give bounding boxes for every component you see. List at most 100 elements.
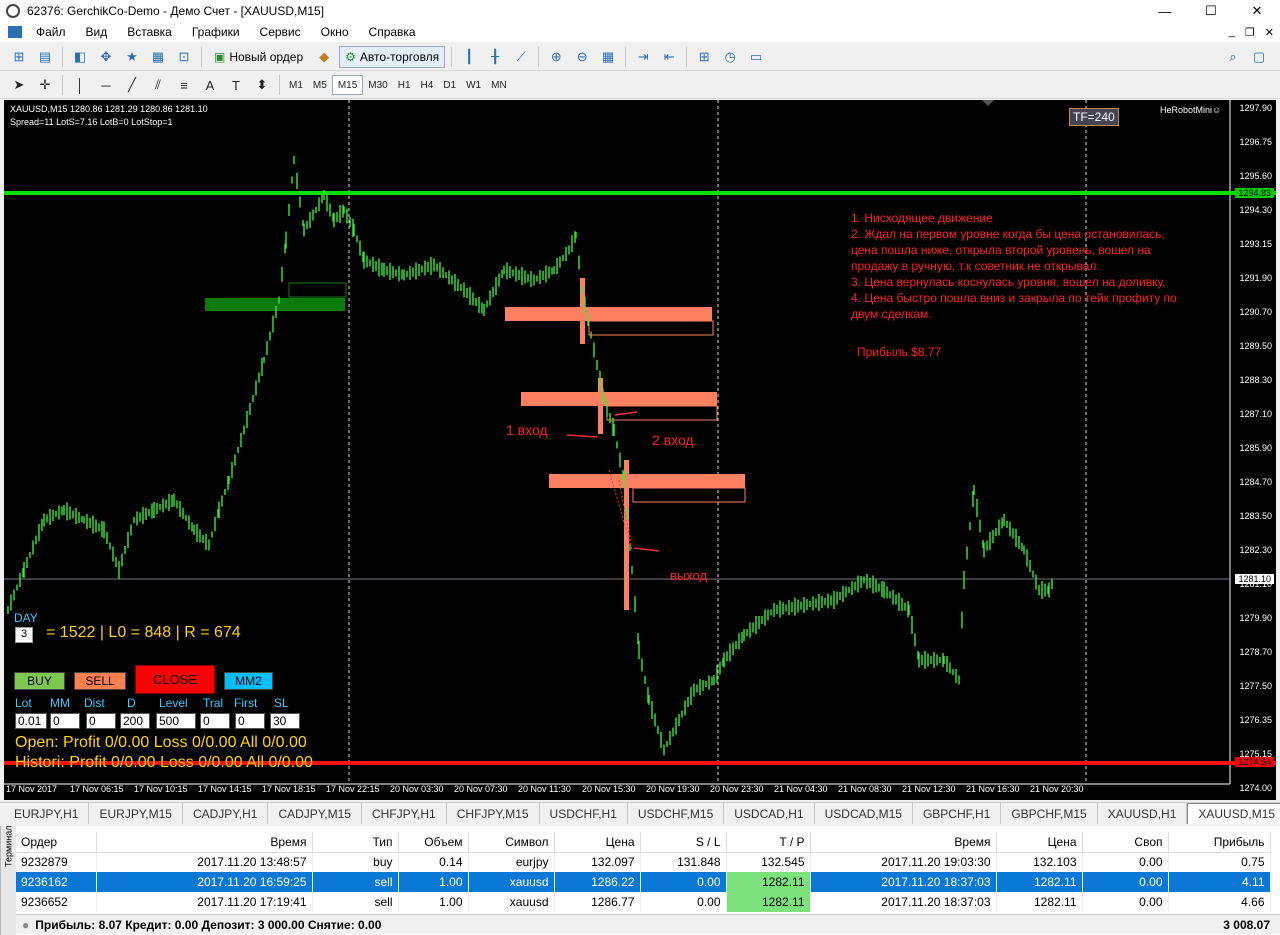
tab-xauusd-m15[interactable]: XAUUSD,M15 bbox=[1187, 803, 1280, 824]
search-icon[interactable]: ⌕ bbox=[1222, 47, 1244, 67]
col-sl[interactable]: S / L bbox=[640, 832, 727, 853]
sl-input[interactable]: 30 bbox=[270, 713, 300, 729]
tab-usdcad-h1[interactable]: USDCAD,H1 bbox=[724, 803, 815, 824]
sell-button[interactable]: SELL bbox=[74, 672, 126, 690]
buy-button[interactable]: BUY bbox=[14, 672, 65, 690]
candlestick-icon[interactable]: ╂ bbox=[484, 47, 506, 67]
favorites-icon[interactable]: ★ bbox=[121, 47, 143, 67]
new-chart-icon[interactable]: ⊞ bbox=[8, 47, 30, 67]
fibonacci-icon[interactable]: ≡ bbox=[173, 75, 195, 95]
new-order-button[interactable]: ▣ Новый ордер bbox=[208, 46, 309, 68]
mdi-close-icon[interactable]: ✕ bbox=[1265, 26, 1274, 39]
cursor-icon[interactable]: ➤ bbox=[8, 75, 30, 95]
tf-m5[interactable]: M5 bbox=[308, 75, 332, 95]
close-window-button[interactable]: ✕ bbox=[1234, 0, 1280, 22]
menu-view[interactable]: Вид bbox=[76, 25, 118, 39]
chart-shift-icon[interactable]: ⇤ bbox=[658, 47, 680, 67]
col-swap[interactable]: Своп bbox=[1082, 832, 1169, 853]
tf-w1[interactable]: W1 bbox=[461, 75, 486, 95]
lot-input[interactable]: 0.01 bbox=[15, 713, 47, 729]
close-button[interactable]: CLOSE bbox=[135, 665, 215, 694]
trendline-icon[interactable]: ╱ bbox=[121, 75, 143, 95]
price-chart[interactable]: XAUUSD,M15 1280.86 1281.29 1280.86 1281.… bbox=[4, 100, 1276, 800]
line-chart-icon[interactable]: ⟋ bbox=[510, 47, 532, 67]
tf-m15[interactable]: M15 bbox=[331, 75, 364, 95]
label-icon[interactable]: T bbox=[225, 75, 247, 95]
col-close-price[interactable]: Цена bbox=[996, 832, 1083, 853]
chat-icon[interactable]: ▢ bbox=[1248, 47, 1270, 67]
col-tp[interactable]: T / P bbox=[726, 832, 811, 853]
tf-h1[interactable]: H1 bbox=[393, 75, 416, 95]
market-watch-icon[interactable]: ◧ bbox=[69, 47, 91, 67]
tab-gbpchf-h1[interactable]: GBPCHF,H1 bbox=[913, 803, 1002, 824]
col-volume[interactable]: Объем bbox=[398, 832, 469, 853]
bar-chart-icon[interactable]: ┃ bbox=[458, 47, 480, 67]
autotrade-button[interactable]: ⚙ Авто-торговля bbox=[339, 46, 446, 68]
col-price[interactable]: Цена bbox=[554, 832, 641, 853]
col-order[interactable]: Ордер bbox=[16, 832, 97, 853]
resistance-zone bbox=[505, 307, 712, 321]
price-cell: 1286.22 bbox=[554, 872, 641, 892]
tab-usdcad-m15[interactable]: USDCAD,M15 bbox=[815, 803, 913, 824]
text-icon[interactable]: A bbox=[199, 75, 221, 95]
tab-cadjpy-m15[interactable]: CADJPY,M15 bbox=[268, 803, 362, 824]
mm2-button[interactable]: MM2 bbox=[224, 672, 273, 690]
metaeditor-icon[interactable]: ◆ bbox=[313, 47, 335, 67]
menu-file[interactable]: Файл bbox=[26, 25, 76, 39]
dist-input[interactable]: 0 bbox=[86, 713, 116, 729]
table-row[interactable]: 9232879 2017.11.20 13:48:57 buy 0.14 eur… bbox=[16, 852, 1271, 872]
tester-icon[interactable]: ⊡ bbox=[173, 47, 195, 67]
horizontal-line-icon[interactable]: ─ bbox=[95, 75, 117, 95]
tf-d1[interactable]: D1 bbox=[438, 75, 461, 95]
tab-chfjpy-h1[interactable]: CHFJPY,H1 bbox=[362, 803, 447, 824]
col-time[interactable]: Время bbox=[96, 832, 313, 853]
zoom-out-icon[interactable]: ⊖ bbox=[571, 47, 593, 67]
vertical-line-icon[interactable]: │ bbox=[69, 75, 91, 95]
terminal-icon[interactable]: ▦ bbox=[147, 47, 169, 67]
tab-usdchf-m15[interactable]: USDCHF,M15 bbox=[628, 803, 725, 824]
tf-mn[interactable]: MN bbox=[486, 75, 512, 95]
tab-chfjpy-m15[interactable]: CHFJPY,M15 bbox=[447, 803, 540, 824]
col-profit[interactable]: Прибыль bbox=[1168, 832, 1271, 853]
col-close-time[interactable]: Время bbox=[810, 832, 997, 853]
tf-m1[interactable]: M1 bbox=[284, 75, 308, 95]
menu-charts[interactable]: Графики bbox=[182, 25, 250, 39]
first-input[interactable]: 0 bbox=[235, 713, 265, 729]
crosshair-icon[interactable]: ✛ bbox=[34, 75, 56, 95]
level-input[interactable]: 500 bbox=[156, 713, 196, 729]
tile-windows-icon[interactable]: ▦ bbox=[597, 47, 619, 67]
mdi-restore-icon[interactable]: ❐ bbox=[1245, 26, 1255, 39]
d-input[interactable]: 200 bbox=[120, 713, 150, 729]
menu-window[interactable]: Окно bbox=[311, 25, 359, 39]
tab-cadjpy-h1[interactable]: CADJPY,H1 bbox=[183, 803, 269, 824]
profiles-icon[interactable]: ▤ bbox=[34, 47, 56, 67]
menu-tools[interactable]: Сервис bbox=[250, 25, 311, 39]
zoom-in-icon[interactable]: ⊕ bbox=[545, 47, 567, 67]
mm-input[interactable]: 0 bbox=[50, 713, 80, 729]
col-symbol[interactable]: Символ bbox=[468, 832, 555, 853]
maximize-button[interactable]: ☐ bbox=[1188, 0, 1234, 22]
mdi-minimize-icon[interactable]: _ bbox=[1229, 26, 1235, 38]
navigator-icon[interactable]: ✥ bbox=[95, 47, 117, 67]
table-row[interactable]: 9236652 2017.11.20 17:19:41 sell 1.00 xa… bbox=[16, 892, 1271, 912]
tf-h4[interactable]: H4 bbox=[416, 75, 439, 95]
arrows-icon[interactable]: ⬍ bbox=[251, 75, 273, 95]
tab-eurjpy-m15[interactable]: EURJPY,M15 bbox=[89, 803, 183, 824]
minimize-button[interactable]: — bbox=[1142, 0, 1188, 22]
col-type[interactable]: Тип bbox=[312, 832, 399, 853]
tab-gbpchf-m15[interactable]: GBPCHF,M15 bbox=[1001, 803, 1098, 824]
autoscroll-icon[interactable]: ⇥ bbox=[632, 47, 654, 67]
channel-icon[interactable]: ⫽ bbox=[147, 75, 169, 95]
templates-icon[interactable]: ▭ bbox=[745, 47, 767, 67]
day-input[interactable]: 3 bbox=[15, 627, 33, 643]
periods-icon[interactable]: ◷ bbox=[719, 47, 741, 67]
indicators-icon[interactable]: ⊞ bbox=[693, 47, 715, 67]
tab-eurjpy-h1[interactable]: EURJPY,H1 bbox=[4, 803, 90, 824]
tab-usdchf-h1[interactable]: USDCHF,H1 bbox=[540, 803, 628, 824]
menu-insert[interactable]: Вставка bbox=[117, 25, 182, 39]
tral-input[interactable]: 0 bbox=[200, 713, 230, 729]
table-row[interactable]: 9236162 2017.11.20 16:59:25 sell 1.00 xa… bbox=[16, 872, 1271, 892]
menu-help[interactable]: Справка bbox=[359, 25, 426, 39]
tab-xauusd-h1[interactable]: XAUUSD,H1 bbox=[1098, 803, 1188, 824]
tf-m30[interactable]: M30 bbox=[363, 75, 392, 95]
